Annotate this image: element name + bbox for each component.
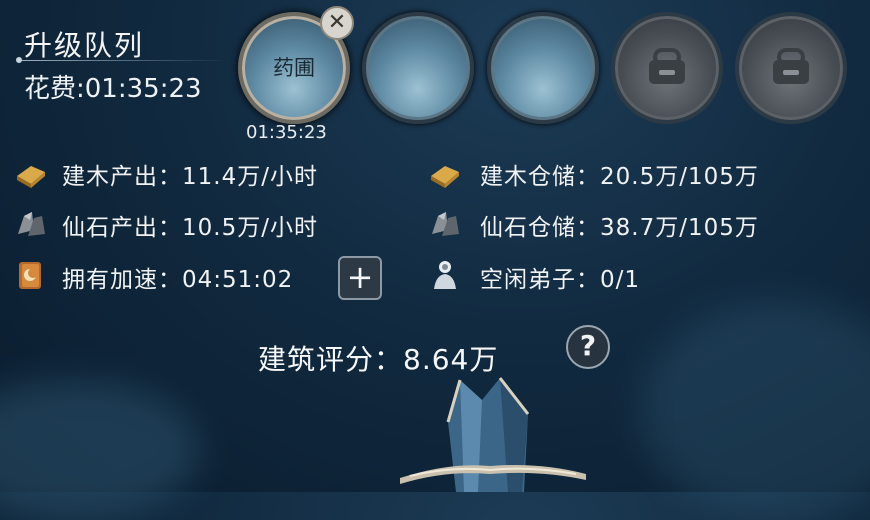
- wood-storage: 建木仓储：20.5万/105万: [480, 164, 759, 190]
- speedup-owned: 拥有加速：04:51:02: [62, 267, 294, 293]
- disciple-figure-icon: [434, 261, 456, 289]
- moon-book-icon: [19, 262, 41, 289]
- lock-icon: [649, 48, 685, 84]
- wood-plank-icon: [431, 166, 459, 188]
- wood-plank-icon: [17, 166, 45, 188]
- add-speedup-button[interactable]: +: [338, 256, 382, 300]
- building-illustration: [400, 377, 586, 492]
- title-divider-dot: [16, 57, 22, 63]
- stone-ore-icon: [432, 212, 459, 236]
- idle-disciples: 空闲弟子：0/1: [480, 267, 641, 293]
- queue-slot-timer: 01:35:23: [246, 122, 327, 143]
- upgrade-queue-title: 升级队列: [24, 29, 145, 62]
- queue-slot-4-locked[interactable]: [611, 12, 723, 124]
- background-mist: [640, 300, 870, 520]
- lock-icon: [773, 48, 809, 84]
- stone-storage: 仙石仓储：38.7万/105万: [480, 215, 759, 241]
- queue-slot-3[interactable]: [487, 12, 599, 124]
- close-button[interactable]: ✕: [320, 6, 354, 40]
- help-button[interactable]: ?: [566, 325, 610, 369]
- wood-output: 建木产出：11.4万/小时: [62, 164, 318, 190]
- queue-slot-label: 药圃: [273, 56, 315, 80]
- title-divider: [18, 60, 228, 61]
- queue-slot-2[interactable]: [362, 12, 474, 124]
- background-mist: [0, 380, 200, 520]
- queue-slot-5-locked[interactable]: [735, 12, 847, 124]
- stone-output: 仙石产出：10.5万/小时: [62, 215, 318, 241]
- queue-cost: 花费:01:35:23: [24, 74, 202, 104]
- stone-ore-icon: [18, 212, 45, 236]
